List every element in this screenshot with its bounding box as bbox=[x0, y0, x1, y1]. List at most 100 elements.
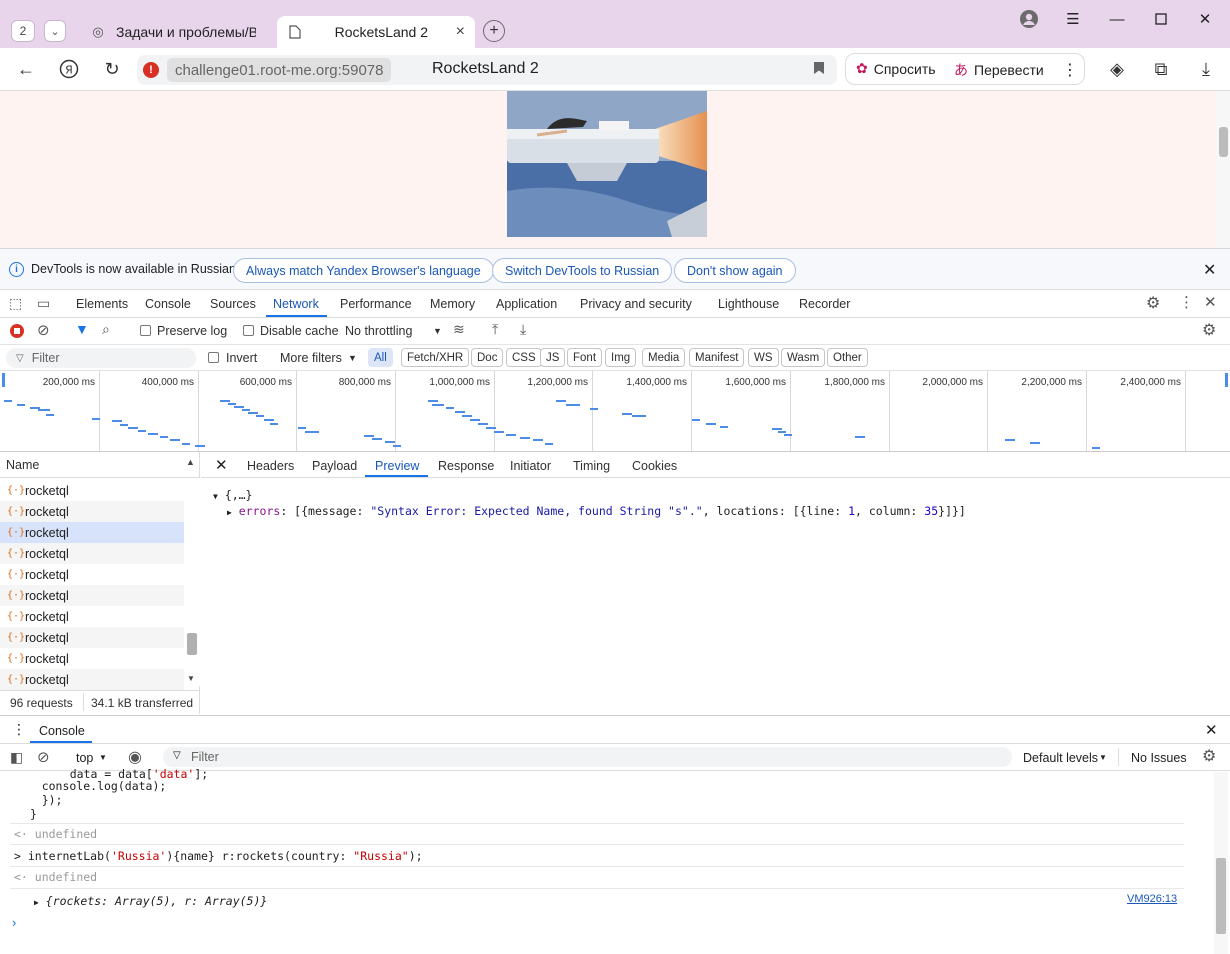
tab-memory[interactable]: Memory bbox=[430, 297, 475, 311]
preview-errors-row[interactable]: ▶ errors: [{message: "Syntax Error: Expe… bbox=[227, 504, 966, 518]
inspect-element-icon[interactable]: ⬚ bbox=[9, 295, 22, 312]
profile-icon[interactable] bbox=[1014, 8, 1044, 30]
filter-funnel-icon[interactable]: ▼ bbox=[75, 321, 89, 337]
switch-to-russian-button[interactable]: Switch DevTools to Russian bbox=[492, 258, 673, 283]
extensions-icon[interactable]: ◈ bbox=[1103, 56, 1131, 82]
chip-other[interactable]: Other bbox=[827, 348, 868, 367]
request-row[interactable]: {·} rocketql bbox=[0, 648, 184, 669]
issues-count[interactable]: No Issues bbox=[1131, 751, 1187, 765]
subtab-headers[interactable]: Headers bbox=[247, 459, 294, 473]
console-prompt-icon[interactable]: › bbox=[12, 915, 16, 930]
close-devtools-icon[interactable]: ✕ bbox=[1204, 293, 1217, 311]
close-drawer-icon[interactable]: ✕ bbox=[1205, 721, 1218, 739]
record-stop-icon[interactable] bbox=[10, 324, 24, 338]
subtab-response[interactable]: Response bbox=[438, 459, 494, 473]
preview-root[interactable]: ▼ {,…} bbox=[213, 488, 252, 502]
settings-gear-icon[interactable]: ⚙ bbox=[1146, 293, 1160, 313]
page-scrollbar[interactable] bbox=[1216, 91, 1230, 249]
maximize-icon[interactable] bbox=[1146, 8, 1176, 30]
collections-icon[interactable]: ⧉ bbox=[1147, 56, 1175, 82]
bookmark-icon[interactable] bbox=[813, 61, 825, 79]
chip-js[interactable]: JS bbox=[540, 348, 566, 367]
overview-left-handle[interactable] bbox=[2, 373, 5, 387]
expand-arrow-icon[interactable]: ▶ bbox=[34, 898, 39, 907]
request-row[interactable]: {·} rocketql bbox=[0, 627, 184, 648]
ask-button[interactable]: ✿ Спросить bbox=[856, 60, 936, 77]
subtab-payload[interactable]: Payload bbox=[312, 459, 357, 473]
throttling-select[interactable]: No throttling bbox=[345, 324, 412, 338]
device-toolbar-icon[interactable]: ▭ bbox=[37, 295, 50, 312]
invert-checkbox[interactable] bbox=[208, 352, 219, 363]
console-object-row[interactable]: ▶ {rockets: Array(5), r: Array(5)} bbox=[34, 894, 1218, 908]
overview-right-handle[interactable] bbox=[1225, 373, 1228, 387]
context-chevron-icon[interactable]: ▼ bbox=[99, 753, 107, 762]
console-source-link[interactable]: VM926:13 bbox=[1127, 893, 1177, 905]
console-settings-icon[interactable]: ⚙ bbox=[1202, 746, 1216, 766]
default-levels-dropdown[interactable]: Default levels bbox=[1023, 751, 1098, 765]
request-row[interactable]: {·} rocketql bbox=[0, 585, 184, 606]
chip-wasm[interactable]: Wasm bbox=[781, 348, 826, 367]
chip-img[interactable]: Img bbox=[605, 348, 637, 367]
network-conditions-icon[interactable]: ≋ bbox=[453, 321, 465, 338]
chip-media[interactable]: Media bbox=[642, 348, 686, 367]
name-column-header[interactable]: Name ▲ bbox=[0, 452, 200, 478]
devtools-more-icon[interactable]: ⋮ bbox=[1179, 293, 1194, 311]
filter-input[interactable]: ▽ Filter bbox=[6, 348, 196, 368]
tab-privacy-security[interactable]: Privacy and security bbox=[580, 297, 692, 311]
chip-ws[interactable]: WS bbox=[748, 348, 779, 367]
tab-close-icon[interactable]: × bbox=[456, 23, 465, 41]
request-row[interactable]: {·} rocketql bbox=[0, 480, 184, 501]
yandex-logo-icon[interactable]: Я bbox=[55, 56, 83, 82]
preserve-log-checkbox[interactable] bbox=[140, 325, 151, 336]
throttling-dropdown-icon[interactable]: ▼ bbox=[433, 326, 442, 336]
console-filter-input[interactable]: ▽ Filter bbox=[163, 747, 1012, 767]
console-scrollbar[interactable] bbox=[1214, 772, 1228, 954]
always-match-language-button[interactable]: Always match Yandex Browser's language bbox=[233, 258, 494, 283]
console-clear-icon[interactable]: ⊘ bbox=[37, 748, 50, 766]
translate-button[interactable]: あ Перевести bbox=[954, 60, 1044, 80]
disable-cache-checkbox[interactable] bbox=[243, 325, 254, 336]
menu-icon[interactable]: ☰ bbox=[1058, 8, 1088, 30]
context-selector[interactable]: top bbox=[76, 751, 93, 765]
dont-show-again-button[interactable]: Don't show again bbox=[674, 258, 796, 283]
chip-manifest[interactable]: Manifest bbox=[689, 348, 745, 367]
tab-sources[interactable]: Sources bbox=[210, 297, 256, 311]
live-expression-eye-icon[interactable]: ◉ bbox=[128, 747, 142, 767]
tab-tasks[interactable]: ◎ Задачи и проблемы/Веб bbox=[80, 16, 266, 48]
more-icon[interactable]: ⋮ bbox=[1062, 60, 1078, 80]
clear-icon[interactable]: ⊘ bbox=[37, 321, 50, 339]
subtab-cookies[interactable]: Cookies bbox=[632, 459, 677, 473]
tab-rocketsland[interactable]: RocketsLand 2 × bbox=[277, 16, 475, 48]
chip-all[interactable]: All bbox=[368, 348, 393, 367]
sort-up-icon[interactable]: ▲ bbox=[186, 457, 195, 467]
chip-css[interactable]: CSS bbox=[506, 348, 542, 367]
more-filters-dropdown[interactable]: More filters bbox=[280, 351, 342, 365]
search-icon[interactable]: ⌕ bbox=[102, 321, 110, 338]
tab-lighthouse[interactable]: Lighthouse bbox=[718, 297, 779, 311]
new-tab-button[interactable]: + bbox=[483, 20, 505, 42]
request-row[interactable]: {·} rocketql bbox=[0, 501, 184, 522]
sidebar-toggle-icon[interactable]: ◧ bbox=[10, 749, 23, 766]
tab-application[interactable]: Application bbox=[496, 297, 557, 311]
back-icon[interactable]: ← bbox=[12, 56, 40, 82]
subtab-preview[interactable]: Preview bbox=[375, 459, 419, 473]
export-har-icon[interactable]: ⤓ bbox=[520, 321, 526, 338]
more-filters-chevron-icon[interactable]: ▼ bbox=[348, 353, 357, 363]
subtab-timing[interactable]: Timing bbox=[573, 459, 610, 473]
url-host[interactable]: challenge01.root-me.org:59078 bbox=[167, 58, 392, 82]
close-detail-icon[interactable]: ✕ bbox=[215, 456, 228, 474]
minimize-icon[interactable]: — bbox=[1102, 8, 1132, 30]
network-settings-icon[interactable]: ⚙ bbox=[1202, 320, 1216, 340]
reload-icon[interactable]: ↻ bbox=[98, 56, 126, 82]
request-row[interactable]: {·} rocketql bbox=[0, 606, 184, 627]
subtab-initiator[interactable]: Initiator bbox=[510, 459, 551, 473]
downloads-icon[interactable]: ⤓ bbox=[1192, 56, 1220, 82]
tab-count-badge[interactable]: 2 bbox=[11, 20, 35, 42]
insecure-warning-icon[interactable]: ! bbox=[143, 62, 159, 78]
import-har-icon[interactable]: ⤒ bbox=[492, 321, 498, 338]
tab-recorder[interactable]: Recorder bbox=[799, 297, 850, 311]
chip-doc[interactable]: Doc bbox=[471, 348, 504, 367]
tab-performance[interactable]: Performance bbox=[340, 297, 412, 311]
request-row[interactable]: {·} rocketql bbox=[0, 564, 184, 585]
drawer-menu-icon[interactable]: ⋮ bbox=[12, 721, 26, 738]
